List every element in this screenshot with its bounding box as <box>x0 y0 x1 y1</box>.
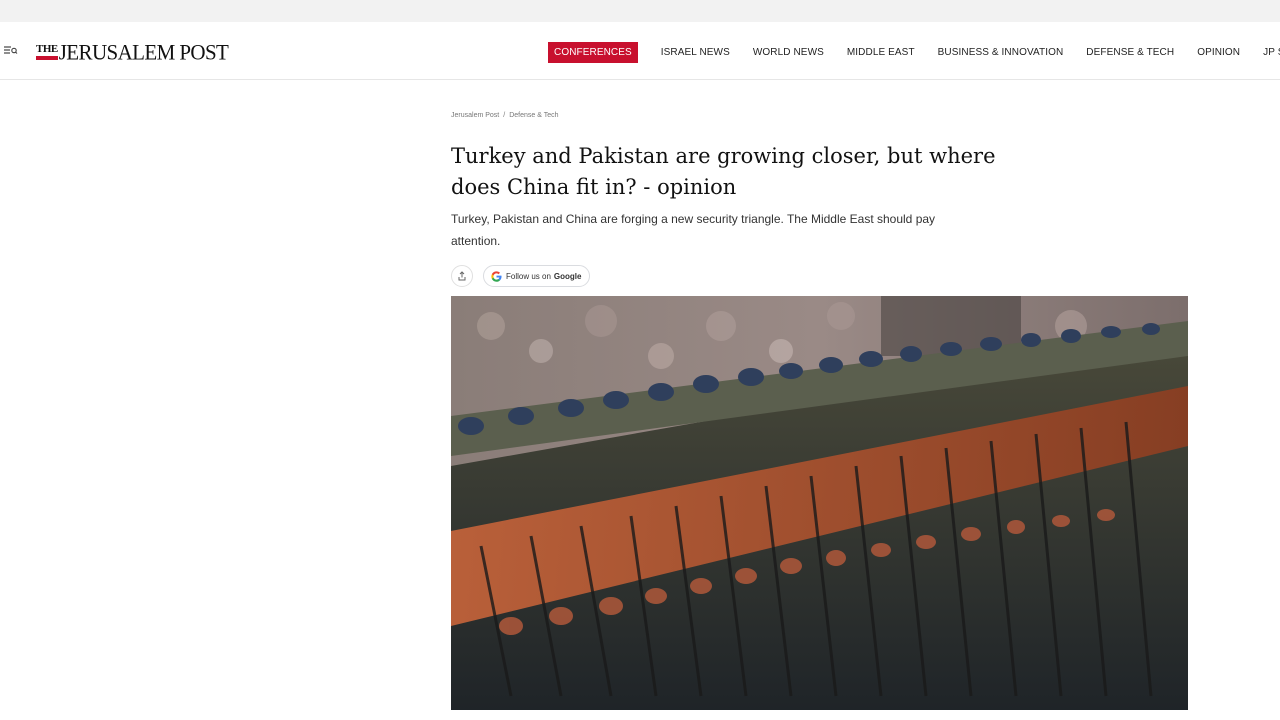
menu-search-icon[interactable] <box>2 42 18 58</box>
follow-prefix: Follow us on <box>506 271 551 281</box>
site-logo[interactable]: THE JERUSALEM POST <box>36 37 229 65</box>
logo-the: THE <box>36 44 58 60</box>
article-subtitle: Turkey, Pakistan and China are forging a… <box>451 212 936 248</box>
soldiers-parade-photo <box>451 296 1188 710</box>
google-g-icon <box>491 270 502 282</box>
nav-israel-news[interactable]: ISRAEL NEWS <box>661 47 730 58</box>
nav-conferences[interactable]: CONFERENCES <box>548 41 638 63</box>
share-button[interactable] <box>451 265 473 287</box>
breadcrumb-home[interactable]: Jerusalem Post <box>451 112 499 119</box>
follow-brand: Google <box>553 271 582 281</box>
main-nav: CONFERENCES ISRAEL NEWS WORLD NEWS MIDDL… <box>548 41 1280 63</box>
hero-image[interactable] <box>451 296 1188 710</box>
nav-defense-tech[interactable]: DEFENSE & TECH <box>1086 47 1174 58</box>
follow-google-button[interactable]: Follow us on Google <box>483 265 591 287</box>
nav-business-innovation[interactable]: BUSINESS & INNOVATION <box>938 47 1064 58</box>
nav-jp-store[interactable]: JP STORE <box>1263 47 1280 58</box>
logo-name: JERUSALEM POST <box>58 39 229 65</box>
site-header: THE JERUSALEM POST CONFERENCES ISRAEL NE… <box>0 22 1280 80</box>
share-icon <box>458 271 466 281</box>
nav-world-news[interactable]: WORLD NEWS <box>753 47 824 58</box>
breadcrumb-section[interactable]: Defense & Tech <box>509 112 558 119</box>
nav-opinion[interactable]: OPINION <box>1197 47 1240 58</box>
breadcrumb: Jerusalem Post / Defense & Tech <box>451 112 559 119</box>
article-actions: Follow us on Google <box>451 265 591 287</box>
breadcrumb-separator: / <box>503 112 506 119</box>
article-headline: Turkey and Pakistan are growing closer, … <box>451 144 996 199</box>
nav-middle-east[interactable]: MIDDLE EAST <box>847 47 915 58</box>
browser-top-strip <box>0 0 1280 22</box>
